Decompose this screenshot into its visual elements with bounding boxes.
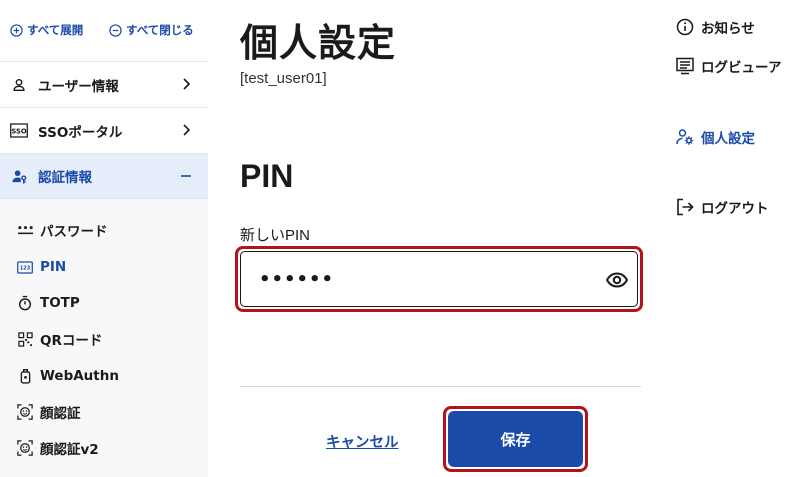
sidebar-subitem-face-auth[interactable]: 顔認証 <box>0 394 208 430</box>
sidebar-subitem-label: 顔認証v2 <box>40 442 99 458</box>
cancel-button[interactable]: キャンセル <box>326 431 399 452</box>
qr-code-icon <box>16 330 34 348</box>
nav-personal-settings-label: 個人設定 <box>701 131 755 147</box>
svg-text:123: 123 <box>20 265 30 271</box>
nav-log-viewer[interactable]: ログビューア <box>676 56 781 76</box>
sidebar-item-user-info[interactable]: ユーザー情報 <box>0 61 208 107</box>
sidebar-item-sso-portal[interactable]: SSO SSOポータル <box>0 107 208 153</box>
pin-input-value: •••••• <box>259 268 335 290</box>
logout-icon <box>677 198 694 216</box>
expand-all-label: すべて展開 <box>27 23 84 37</box>
person-icon <box>10 76 28 94</box>
nav-logout-label: ログアウト <box>701 201 769 217</box>
form-divider <box>240 386 641 387</box>
sidebar-subitem-totp[interactable]: TOTP <box>0 285 208 321</box>
minus-circle-icon <box>109 23 122 37</box>
sidebar-item-label: 認証情報 <box>38 170 92 186</box>
sidebar-subitem-label: パスワード <box>40 224 108 240</box>
nav-log-viewer-label: ログビューア <box>701 60 782 76</box>
chevron-right-icon <box>183 124 191 136</box>
sidebar-subitem-label: WebAuthn <box>40 368 119 384</box>
sidebar-item-label: ユーザー情報 <box>38 78 119 95</box>
sidebar-subitem-label: 顔認証 <box>40 406 81 422</box>
sidebar: すべて展開 すべて閉じる ユーザー情報 SSO SSOポータル 認証情報 パスワ… <box>0 0 208 477</box>
user-key-icon <box>10 167 28 185</box>
nav-personal-settings[interactable]: 個人設定 <box>676 127 755 147</box>
eye-icon[interactable] <box>605 268 629 292</box>
nav-logout[interactable]: ログアウト <box>676 197 769 217</box>
sidebar-subitem-label: TOTP <box>40 295 80 311</box>
password-dots-icon <box>16 221 34 239</box>
expand-controls: すべて展開 すべて閉じる <box>0 0 208 62</box>
stopwatch-icon <box>16 294 34 312</box>
sidebar-item-auth-info[interactable]: 認証情報 <box>0 153 208 199</box>
sidebar-subitem-face-auth-v2[interactable]: 顔認証v2 <box>0 430 208 466</box>
collapse-all-label: すべて閉じる <box>126 23 194 37</box>
face-icon <box>16 403 34 421</box>
chevron-right-icon <box>183 78 191 90</box>
collapse-all-button[interactable]: すべて閉じる <box>109 22 194 38</box>
expand-all-button[interactable]: すべて展開 <box>10 22 83 38</box>
plus-circle-icon <box>10 23 23 37</box>
sidebar-subitem-pin[interactable]: 123 PIN <box>0 249 208 285</box>
face-v2-icon <box>16 439 34 457</box>
minus-icon <box>181 175 191 177</box>
sidebar-subitem-webauthn[interactable]: WebAuthn <box>0 358 208 394</box>
save-button[interactable]: 保存 <box>448 411 583 467</box>
log-viewer-icon <box>676 57 694 75</box>
info-icon <box>676 18 694 36</box>
nav-notice[interactable]: お知らせ <box>676 17 755 37</box>
sidebar-subitem-qr-code[interactable]: QRコード <box>0 321 208 357</box>
sso-icon: SSO <box>10 122 28 140</box>
user-gear-icon <box>676 129 694 145</box>
section-title: PIN <box>240 158 294 194</box>
svg-text:SSO: SSO <box>11 128 26 136</box>
pin-input[interactable]: •••••• <box>240 251 638 307</box>
sidebar-item-label: SSOポータル <box>38 124 123 141</box>
page-title: 個人設定 <box>240 21 397 65</box>
pin-field-label: 新しいPIN <box>240 227 311 244</box>
sidebar-subitem-password[interactable]: パスワード <box>0 212 208 248</box>
user-id-label: [test_user01] <box>240 70 327 87</box>
security-key-icon <box>16 367 34 385</box>
sidebar-subitem-label: PIN <box>40 259 67 275</box>
sidebar-subitem-label: QRコード <box>40 333 103 349</box>
pin-pad-icon: 123 <box>16 258 34 276</box>
nav-notice-label: お知らせ <box>701 21 755 37</box>
